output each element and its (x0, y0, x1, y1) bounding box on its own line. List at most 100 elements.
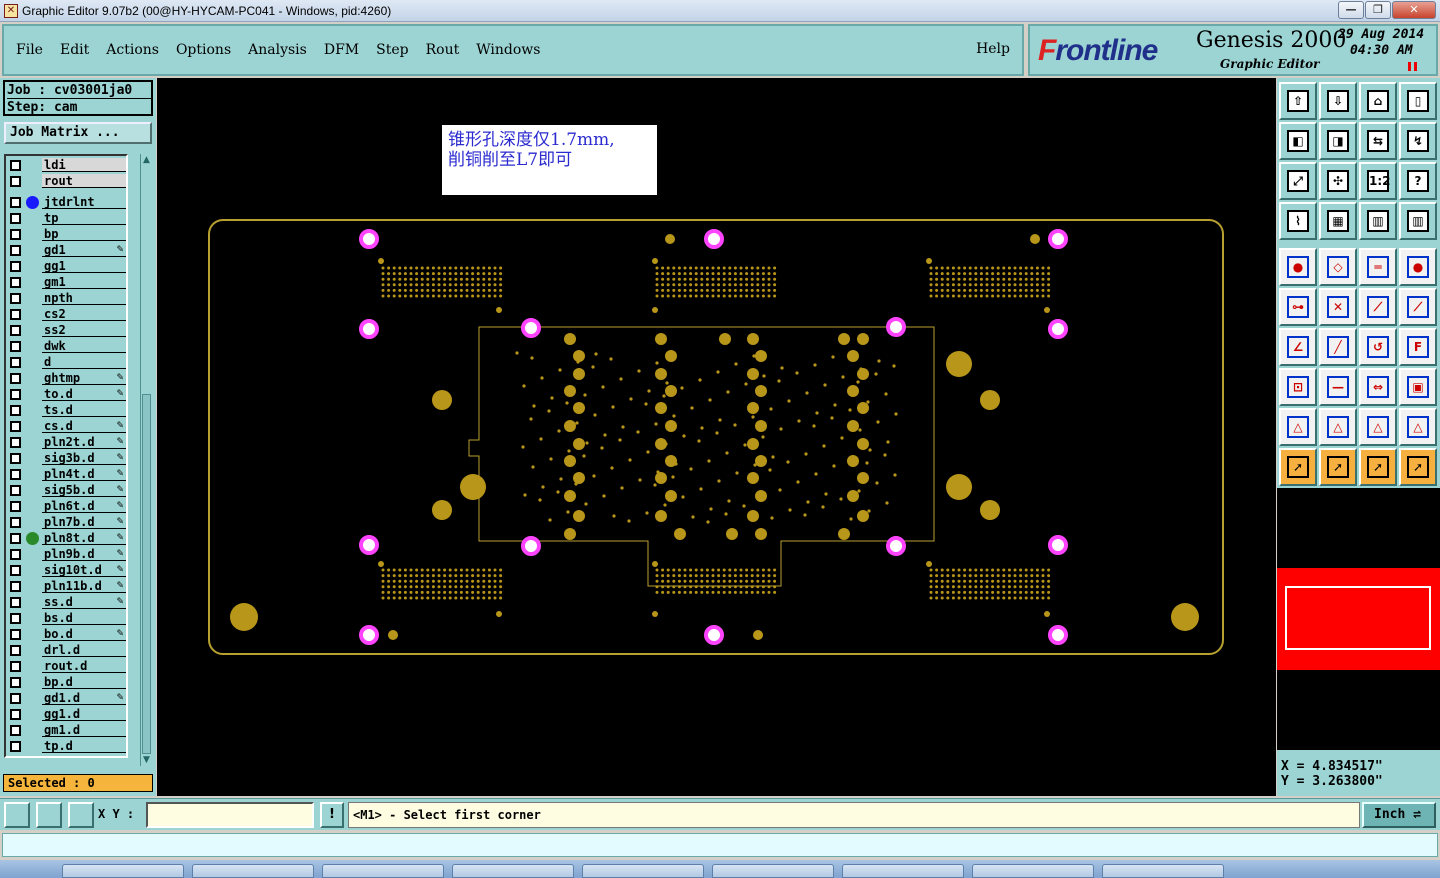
layer-row[interactable]: sig5b.d ✎ (8, 483, 126, 498)
layer-checkbox[interactable] (10, 389, 21, 400)
scale-1-2-button[interactable]: 1:2 (1359, 162, 1397, 200)
circle-button[interactable]: ● (1399, 248, 1437, 286)
layer-toggle-button[interactable]: ▥ (1359, 202, 1397, 240)
zoom-in-button[interactable]: ⇩ (1319, 82, 1357, 120)
layer-name[interactable]: jtdrlnt (42, 195, 126, 209)
pointer-box-button[interactable]: ➚ (1319, 448, 1357, 486)
menu-step[interactable]: Step (376, 42, 408, 58)
layer-name[interactable]: sig10t.d ✎ (42, 563, 126, 577)
taskbar-item[interactable] (1102, 864, 1224, 878)
layer-row[interactable]: tp.d (8, 739, 126, 754)
layer-row[interactable]: drl.d (8, 643, 126, 658)
pan-right-button[interactable]: ◨ (1319, 122, 1357, 160)
close-button[interactable]: ✕ (1392, 1, 1436, 19)
layer-row[interactable]: gm1.d (8, 723, 126, 738)
layer-name[interactable]: pln2t.d ✎ (42, 435, 126, 449)
menu-analysis[interactable]: Analysis (248, 42, 307, 58)
layer-checkbox[interactable] (10, 549, 21, 560)
layer-checkbox[interactable] (10, 229, 21, 240)
menu-dfm[interactable]: DFM (324, 42, 359, 58)
help-button[interactable]: ? (1399, 162, 1437, 200)
taskbar-item[interactable] (712, 864, 834, 878)
layer-checkbox[interactable] (10, 677, 21, 688)
flip-button[interactable]: ⇆ (1359, 122, 1397, 160)
cross-button[interactable]: ✕ (1319, 288, 1357, 326)
layer-toggle-2-button[interactable]: ▥ (1399, 202, 1437, 240)
layer-name[interactable]: ghtmp ✎ (42, 371, 126, 385)
minus-button[interactable]: — (1319, 368, 1357, 406)
resize-button[interactable]: ⇔ (1359, 368, 1397, 406)
layer-row[interactable]: d (8, 355, 126, 370)
unit-selector[interactable]: Inch ⇌ (1362, 802, 1436, 828)
layer-name[interactable]: bp (42, 227, 126, 241)
layer-row[interactable]: bp.d (8, 675, 126, 690)
layer-checkbox[interactable] (10, 597, 21, 608)
restore-button[interactable]: ❐ (1365, 1, 1391, 19)
text-button[interactable]: F (1399, 328, 1437, 366)
pointer-circle-button[interactable]: ➚ (1359, 448, 1397, 486)
layer-checkbox[interactable] (10, 613, 21, 624)
taskbar-item[interactable] (452, 864, 574, 878)
layer-name[interactable]: ts.d (42, 403, 126, 417)
layer-name[interactable]: sig5b.d ✎ (42, 483, 126, 497)
layer-name[interactable]: cs2 (42, 307, 126, 321)
taskbar-item[interactable] (582, 864, 704, 878)
layer-checkbox[interactable] (10, 501, 21, 512)
job-matrix-button[interactable]: Job Matrix ... (4, 122, 152, 144)
scroll-thumb[interactable] (142, 394, 151, 754)
layer-name[interactable]: gm1 (42, 275, 126, 289)
overview-viewport[interactable] (1285, 586, 1431, 650)
grid-snap-icon[interactable] (68, 802, 94, 828)
layer-checkbox[interactable] (10, 197, 21, 208)
measure-button[interactable]: ⌇ (1279, 202, 1317, 240)
window-button[interactable]: ▯ (1399, 82, 1437, 120)
pause-icon[interactable] (1408, 62, 1417, 71)
layer-name[interactable]: pln6t.d ✎ (42, 499, 126, 513)
grid-button[interactable]: ▦ (1319, 202, 1357, 240)
layer-checkbox[interactable] (10, 176, 21, 187)
layer-checkbox[interactable] (10, 405, 21, 416)
pointer-multi-button[interactable]: ➚ (1399, 448, 1437, 486)
layer-checkbox[interactable] (10, 517, 21, 528)
layer-checkbox[interactable] (10, 421, 21, 432)
shapes-button[interactable]: ▣ (1399, 368, 1437, 406)
layer-checkbox[interactable] (10, 437, 21, 448)
move-button[interactable]: ⊡ (1279, 368, 1317, 406)
layer-row[interactable]: bo.d ✎ (8, 627, 126, 642)
layer-row[interactable]: ss2 (8, 323, 126, 338)
layer-row[interactable]: pln11b.d ✎ (8, 579, 126, 594)
layer-row[interactable]: gm1 (8, 275, 126, 290)
layer-name[interactable]: bs.d (42, 611, 126, 625)
menu-help[interactable]: Help (976, 41, 1010, 57)
zoom-diag-icon[interactable] (36, 802, 62, 828)
layer-checkbox[interactable] (10, 469, 21, 480)
triangle-c-button[interactable]: △ (1399, 408, 1437, 446)
taskbar-item[interactable] (842, 864, 964, 878)
layer-checkbox[interactable] (10, 309, 21, 320)
layer-checkbox[interactable] (10, 565, 21, 576)
triangle-b-button[interactable]: △ (1359, 408, 1397, 446)
layer-row[interactable]: ts.d (8, 403, 126, 418)
menu-actions[interactable]: Actions (106, 42, 159, 58)
zoom-box-icon[interactable] (4, 802, 30, 828)
menu-options[interactable]: Options (176, 42, 231, 58)
layer-row[interactable]: cs2 (8, 307, 126, 322)
layer-checkbox[interactable] (10, 661, 21, 672)
graphic-canvas[interactable]: 锥形孔深度仅1.7mm, 削铜削至L7即可 (157, 78, 1276, 796)
layer-name[interactable]: gm1.d (42, 723, 126, 737)
layer-checkbox[interactable] (10, 453, 21, 464)
layer-name[interactable]: gd1 ✎ (42, 243, 126, 257)
layer-row[interactable]: npth (8, 291, 126, 306)
layer-checkbox[interactable] (10, 693, 21, 704)
layer-name[interactable]: rout.d (42, 659, 126, 673)
slash-button[interactable]: ╱ (1319, 328, 1357, 366)
layer-name[interactable]: tp.d (42, 739, 126, 753)
pcb-board-view[interactable] (157, 78, 1276, 796)
layer-row[interactable]: ghtmp ✎ (8, 371, 126, 386)
layer-checkbox[interactable] (10, 709, 21, 720)
layer-checkbox[interactable] (10, 325, 21, 336)
snap-button[interactable]: ↯ (1399, 122, 1437, 160)
layer-row[interactable]: rout (8, 174, 126, 189)
layer-checkbox[interactable] (10, 533, 21, 544)
layer-row[interactable]: ss.d ✎ (8, 595, 126, 610)
